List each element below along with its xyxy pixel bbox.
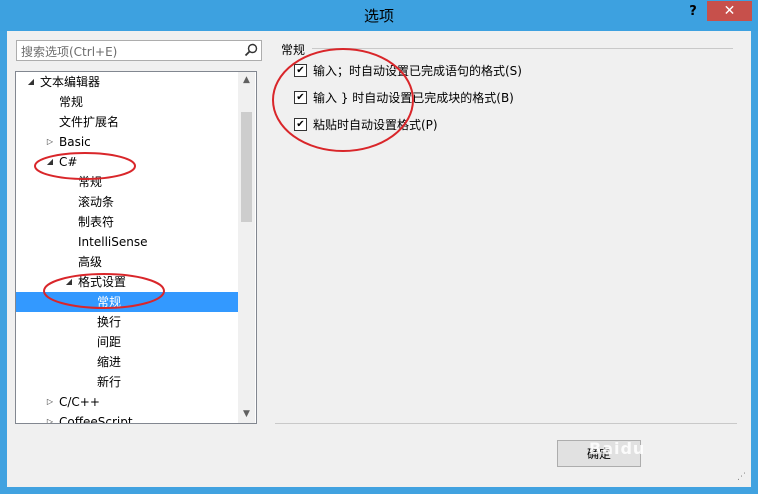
tree-item-label: 间距 [97, 335, 122, 349]
collapse-arrow-icon[interactable]: ◢ [45, 152, 55, 172]
tree-item-label: 文件扩展名 [59, 115, 120, 129]
option-label: 输入；时自动设置已完成语句的格式(S) [313, 64, 522, 78]
tree-item[interactable]: 常规 [16, 172, 238, 192]
options-dialog: 选项 ? ✕ 搜索选项(Ctrl+E) ◢ 文本编辑器 常规 文件扩展名 ▷ Basic ◢… [0, 0, 758, 494]
search-input[interactable]: 搜索选项(Ctrl+E) [16, 40, 262, 61]
tree-item-label: IntelliSense [78, 235, 148, 249]
close-button[interactable]: ✕ [707, 1, 752, 21]
search-icon[interactable] [244, 43, 258, 57]
resize-grip-icon[interactable]: ⋰ [737, 471, 749, 483]
tree-item-label: 常规 [97, 295, 122, 309]
tree-item-label: 滚动条 [78, 195, 115, 209]
tree-item-label: 换行 [97, 315, 122, 329]
tree-item[interactable]: 换行 [16, 312, 238, 332]
tree-item[interactable]: IntelliSense [16, 232, 238, 252]
tree-item[interactable]: ▷ CoffeeScript [16, 412, 238, 424]
expand-arrow-icon[interactable]: ▷ [45, 412, 55, 423]
tree-item[interactable]: ◢ 文本编辑器 [16, 72, 238, 92]
expand-arrow-icon[interactable]: ▷ [45, 132, 55, 152]
help-button[interactable]: ? [683, 4, 703, 22]
tree-item[interactable]: ◢ C# [16, 152, 238, 172]
tree-item[interactable]: ▷ Basic [16, 132, 238, 152]
tree-item-label: 常规 [59, 95, 84, 109]
tree-item[interactable]: 常规 [16, 92, 238, 112]
tree-item-label: C/C++ [59, 395, 100, 409]
title-bar[interactable]: 选项 ? ✕ [0, 0, 758, 31]
tree-item[interactable]: 常规 [16, 292, 238, 312]
checkbox-format-statement[interactable]: ✔ [294, 64, 307, 77]
tree-scrollbar[interactable]: ▲ ▼ [238, 72, 255, 423]
tree-item[interactable]: 高级 [16, 252, 238, 272]
expand-arrow-icon[interactable]: ▷ [45, 392, 55, 412]
tree-item[interactable]: 间距 [16, 332, 238, 352]
group-divider [312, 48, 733, 49]
scroll-up-icon[interactable]: ▲ [238, 72, 255, 89]
scroll-thumb[interactable] [241, 112, 252, 222]
tree-item[interactable]: 文件扩展名 [16, 112, 238, 132]
options-tree[interactable]: ◢ 文本编辑器 常规 文件扩展名 ▷ Basic ◢ C# 常规 滚动条 制表符 IntelliSen… [15, 71, 257, 424]
tree-item[interactable]: ◢ 格式设置 [16, 272, 238, 292]
tree-item-label: CoffeeScript [59, 415, 133, 424]
tree-item[interactable]: 制表符 [16, 212, 238, 232]
tree-item-label: 高级 [78, 255, 103, 269]
collapse-arrow-icon[interactable]: ◢ [26, 72, 36, 92]
tree-item-label: Basic [59, 135, 91, 149]
tree-item[interactable]: 滚动条 [16, 192, 238, 212]
tree-item-label: 格式设置 [78, 275, 127, 289]
tree-item-label: 新行 [97, 375, 122, 389]
tree-item-label: 制表符 [78, 215, 115, 229]
tree-item[interactable]: ▷ C/C++ [16, 392, 238, 412]
dialog-body: 搜索选项(Ctrl+E) ◢ 文本编辑器 常规 文件扩展名 ▷ Basic ◢ C# 常规 滚动条… [7, 31, 751, 487]
collapse-arrow-icon[interactable]: ◢ [64, 272, 74, 292]
option-label: 粘贴时自动设置格式(P) [313, 118, 438, 132]
tree-item-label: C# [59, 155, 78, 169]
group-title: 常规 [281, 43, 306, 57]
option-label: 输入 } 时自动设置已完成块的格式(B) [313, 91, 514, 105]
scroll-down-icon[interactable]: ▼ [238, 406, 255, 423]
tree-item[interactable]: 新行 [16, 372, 238, 392]
footer-divider [275, 423, 737, 424]
dialog-title: 选项 [363, 7, 394, 25]
watermark-logo: Baidu [589, 439, 646, 458]
tree-item-label: 常规 [78, 175, 103, 189]
tree-item-label: 缩进 [97, 355, 122, 369]
search-placeholder: 搜索选项(Ctrl+E) [21, 45, 118, 59]
checkbox-format-block[interactable]: ✔ [294, 91, 307, 104]
checkbox-format-paste[interactable]: ✔ [294, 118, 307, 131]
tree-item-label: 文本编辑器 [40, 75, 101, 89]
tree-item[interactable]: 缩进 [16, 352, 238, 372]
